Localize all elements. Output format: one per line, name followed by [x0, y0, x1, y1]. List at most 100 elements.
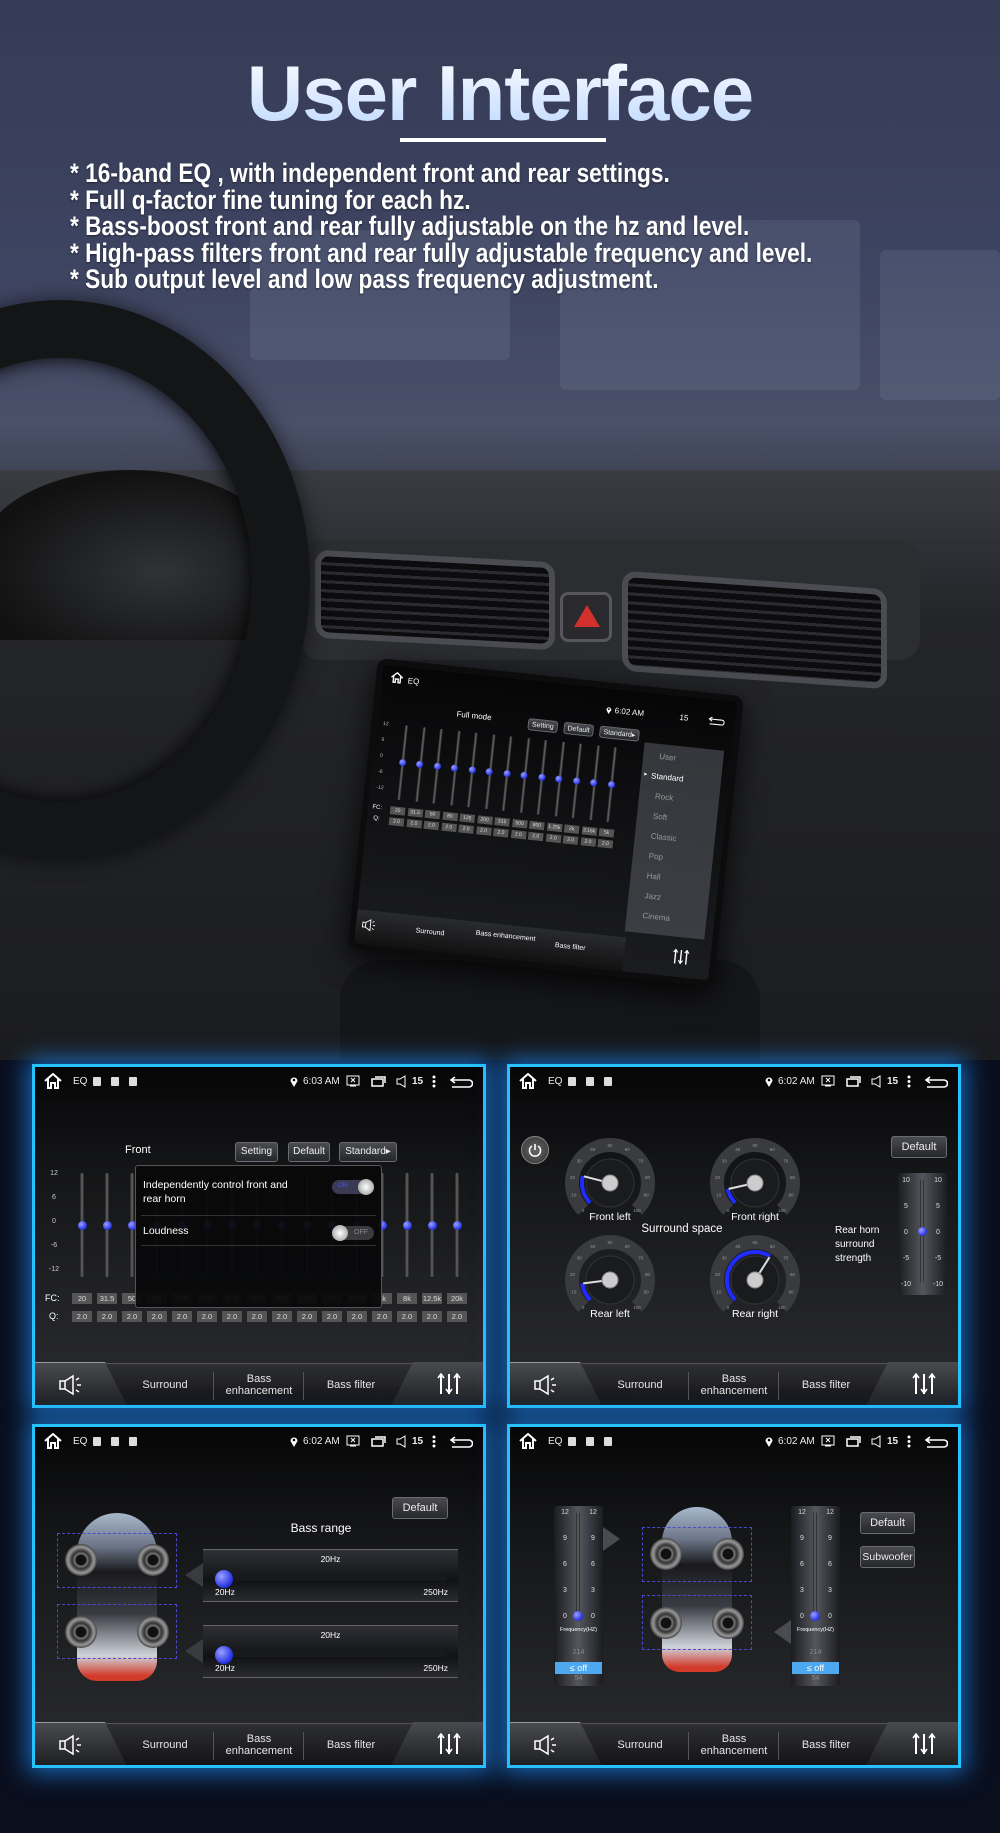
tab-speaker-settings[interactable] [35, 1722, 127, 1765]
q-value[interactable]: 2.0 [510, 829, 527, 840]
eq-band-slider-knob[interactable] [520, 771, 528, 780]
preset-standard-button[interactable]: Standard▸ [339, 1142, 397, 1162]
q-value[interactable]: 2.0 [197, 1311, 217, 1322]
more-options-icon[interactable] [432, 1435, 436, 1451]
tab-bass-filter[interactable]: Bass filter [780, 1724, 872, 1765]
more-options-icon[interactable] [907, 1075, 911, 1091]
q-value[interactable]: 2.0 [147, 1311, 167, 1322]
eq-band-slider-knob[interactable] [450, 764, 459, 772]
default-button[interactable]: Default [891, 1136, 947, 1158]
eq-band-slider-knob[interactable] [607, 780, 615, 789]
q-value[interactable]: 2.0 [562, 835, 579, 845]
preset-option[interactable]: User [659, 752, 677, 763]
back-arrow-icon[interactable] [924, 1076, 949, 1091]
home-icon[interactable] [518, 1072, 538, 1092]
q-value[interactable]: 2.0 [458, 824, 474, 834]
independent-control-toggle[interactable]: ON [332, 1179, 374, 1195]
tab-speaker-settings[interactable] [35, 1362, 127, 1405]
subwoofer-button[interactable]: Subwoofer [860, 1546, 915, 1568]
fc-value[interactable]: 500 [511, 818, 528, 829]
preset-option[interactable]: Pop [648, 851, 663, 861]
tab-equalizer[interactable] [866, 1362, 958, 1405]
tab-bass-enhancement[interactable]: Bass enhancement [215, 1364, 303, 1405]
eq-band-slider-knob[interactable] [572, 777, 581, 785]
recent-apps-icon[interactable] [846, 1436, 861, 1450]
volume-icon[interactable] [871, 1435, 883, 1451]
eq-band-slider-knob[interactable] [452, 1220, 462, 1230]
strength-slider[interactable]: 10 10 5 5 0 0 -5 -5 -10 -10 [898, 1173, 947, 1295]
home-icon[interactable] [43, 1072, 63, 1092]
bass-range-slider[interactable]: 20Hz 20Hz 250Hz [203, 1625, 458, 1678]
back-arrow-icon[interactable] [924, 1436, 949, 1451]
tab-surround[interactable]: Surround [125, 1364, 205, 1405]
eq-band-slider-knob[interactable] [402, 1220, 412, 1230]
preset-option[interactable]: Hall [646, 871, 661, 881]
q-value[interactable]: 2.0 [545, 833, 561, 844]
q-value[interactable]: 2.0 [397, 1311, 417, 1322]
fc-value[interactable]: 3.15k [581, 826, 597, 836]
recent-apps-icon[interactable] [846, 1076, 861, 1090]
q-value[interactable]: 2.0 [422, 1311, 442, 1322]
fc-value[interactable]: 31.5 [407, 807, 423, 818]
q-value[interactable]: 2.0 [347, 1311, 367, 1322]
tab-equalizer[interactable] [866, 1722, 958, 1765]
q-value[interactable]: 2.0 [222, 1311, 242, 1322]
screen-close-icon[interactable] [821, 1075, 835, 1090]
frequency-option-above[interactable]: 214 [554, 1649, 603, 1656]
more-options-icon[interactable] [432, 1075, 436, 1091]
tab-bass-enhancement[interactable]: Bass enhancement [690, 1724, 778, 1765]
fc-value[interactable]: 1.25k [546, 822, 563, 833]
q-value[interactable]: 2.0 [247, 1311, 267, 1322]
loudness-toggle[interactable]: OFF [332, 1225, 374, 1241]
power-button[interactable] [521, 1136, 549, 1164]
slider-knob[interactable] [215, 1570, 233, 1588]
tab-surround[interactable]: Surround [125, 1724, 205, 1765]
tab-bass-filter[interactable]: Bass filter [305, 1724, 397, 1765]
default-button[interactable]: Default [288, 1142, 330, 1162]
screen-close-icon[interactable] [821, 1435, 835, 1450]
default-button[interactable]: Default [563, 721, 595, 737]
frequency-option-selected[interactable]: ≤ off [555, 1662, 602, 1674]
home-icon[interactable] [389, 671, 404, 685]
q-value[interactable]: 2.0 [172, 1311, 192, 1322]
rear-high-pass-filter[interactable]: 12 12 9 9 6 6 3 3 0 0 Frequency(HZ) 214 ≤ off 54 [791, 1506, 840, 1686]
fc-value[interactable]: 315 [494, 817, 510, 827]
q-value[interactable]: 2.0 [297, 1311, 317, 1322]
preset-option[interactable]: Cinema [642, 911, 670, 923]
recent-apps-icon[interactable] [371, 1436, 386, 1450]
default-button[interactable]: Default [392, 1497, 448, 1519]
q-value[interactable]: 2.0 [580, 837, 596, 847]
q-value[interactable]: 2.0 [122, 1311, 142, 1322]
preset-option[interactable]: Classic [650, 832, 677, 844]
q-value[interactable]: 2.0 [475, 826, 492, 836]
eq-band-slider-knob[interactable] [77, 1220, 87, 1230]
fc-value[interactable]: 800 [528, 820, 545, 831]
preset-standard-button[interactable]: Standard▸ [598, 725, 640, 742]
eq-band-slider-knob[interactable] [589, 778, 598, 787]
fc-value[interactable]: 20 [389, 806, 406, 816]
fc-value[interactable]: 12.5k [422, 1293, 442, 1304]
back-arrow-icon[interactable] [449, 1436, 474, 1451]
tab-equalizer[interactable] [391, 1722, 483, 1765]
eq-band-slider-knob[interactable] [415, 760, 424, 769]
frequency-option-above[interactable]: 214 [791, 1649, 840, 1656]
speaker-icon[interactable] [361, 918, 378, 934]
back-arrow-icon[interactable] [707, 716, 725, 728]
q-value[interactable]: 2.0 [440, 822, 457, 833]
tab-equalizer[interactable] [391, 1362, 483, 1405]
q-value[interactable]: 2.0 [406, 818, 422, 829]
level-knob[interactable] [810, 1610, 820, 1621]
slider-knob[interactable] [215, 1646, 233, 1664]
eq-band-slider-knob[interactable] [102, 1220, 112, 1230]
setting-button[interactable]: Setting [235, 1142, 278, 1162]
q-value[interactable]: 2.0 [493, 828, 509, 838]
eq-band-slider-knob[interactable] [554, 775, 563, 783]
preset-option[interactable]: Soft [653, 812, 668, 822]
q-value[interactable]: 2.0 [597, 839, 614, 849]
tab-surround[interactable]: Surround [600, 1724, 680, 1765]
fc-value[interactable]: 2k [563, 824, 580, 834]
back-arrow-icon[interactable] [449, 1076, 474, 1091]
q-value[interactable]: 2.0 [372, 1311, 392, 1322]
tab-speaker-settings[interactable] [510, 1722, 602, 1765]
q-value[interactable]: 2.0 [447, 1311, 467, 1322]
